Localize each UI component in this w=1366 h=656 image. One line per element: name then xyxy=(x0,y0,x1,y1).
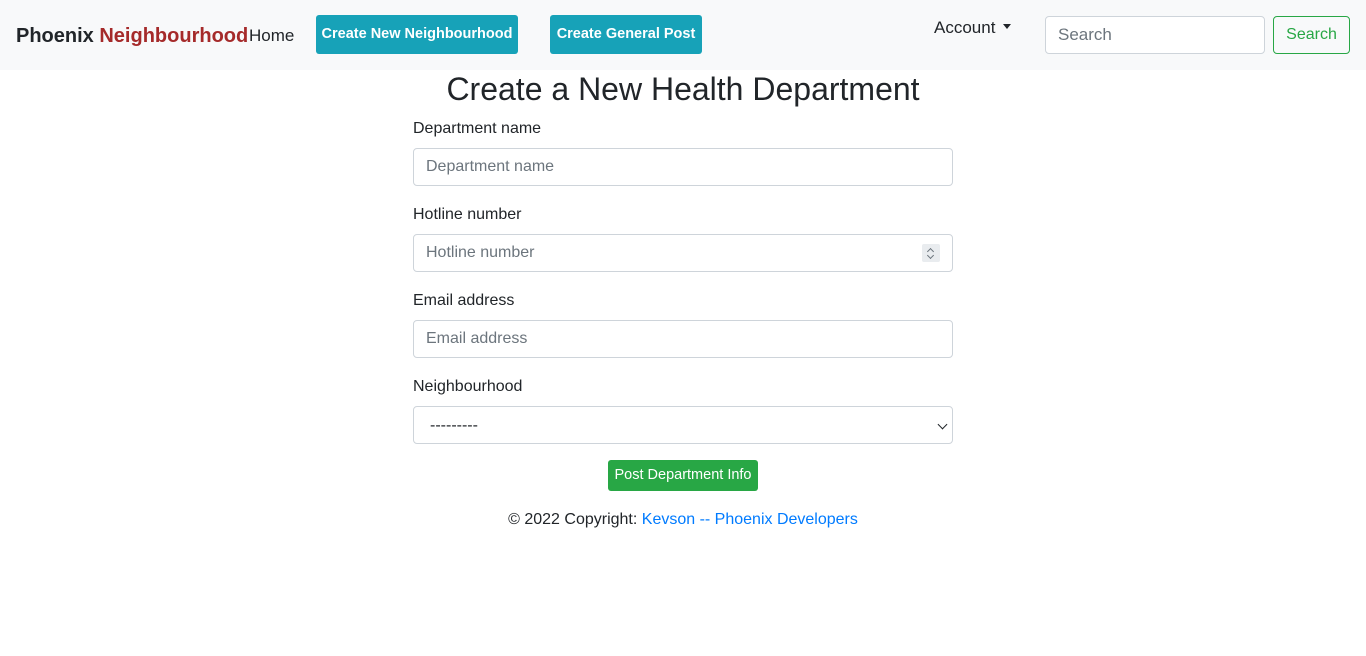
footer: © 2022 Copyright: Kevson -- Phoenix Deve… xyxy=(0,510,1366,530)
search-input[interactable] xyxy=(1045,16,1265,54)
department-name-label: Department name xyxy=(413,120,542,137)
copyright-text: © 2022 Copyright: xyxy=(508,511,642,528)
neighbourhood-select[interactable]: --------- xyxy=(413,406,953,444)
brand-logo[interactable]: Phoenix Neighbourhood xyxy=(16,24,248,48)
account-dropdown[interactable]: Account xyxy=(934,18,1012,38)
search-button[interactable]: Search xyxy=(1273,16,1350,54)
create-neighbourhood-button[interactable]: Create New Neighbourhood xyxy=(316,15,518,54)
neighbourhood-label: Neighbourhood xyxy=(413,378,523,395)
brand-name-second: Neighbourhood xyxy=(99,25,249,47)
select-arrow-icon xyxy=(937,419,948,430)
email-address-input[interactable] xyxy=(413,320,953,358)
dropdown-caret-icon xyxy=(1003,24,1012,29)
account-label: Account xyxy=(934,18,996,37)
developers-link[interactable]: Kevson -- Phoenix Developers xyxy=(642,511,858,528)
department-name-input[interactable] xyxy=(413,148,953,186)
hotline-number-label: Hotline number xyxy=(413,206,522,223)
number-spinner-icon[interactable] xyxy=(922,244,940,262)
neighbourhood-selected-value: --------- xyxy=(430,417,478,434)
brand-name-first: Phoenix xyxy=(16,25,94,47)
create-general-post-button[interactable]: Create General Post xyxy=(550,15,702,54)
email-address-label: Email address xyxy=(413,292,515,309)
post-department-info-button[interactable]: Post Department Info xyxy=(608,460,758,491)
page-title: Create a New Health Department xyxy=(446,71,920,107)
hotline-number-input[interactable] xyxy=(413,234,953,272)
navbar: Phoenix Neighbourhood Home Create New Ne… xyxy=(0,0,1366,70)
nav-home-link[interactable]: Home xyxy=(249,25,294,47)
